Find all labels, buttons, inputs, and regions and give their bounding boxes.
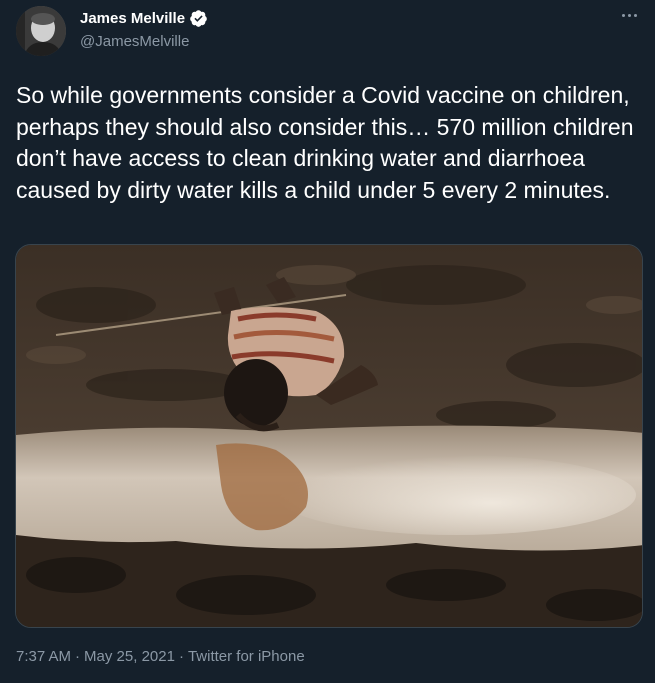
verified-badge-icon [190,10,207,27]
tweet-source[interactable]: Twitter for iPhone [188,648,305,665]
tweet-text: So while governments consider a Covid va… [16,82,634,203]
author-name-row[interactable]: James Melville [80,9,208,28]
tweet-meta: 7:37 AM · May 25, 2021 · Twitter for iPh… [16,648,305,665]
tweet-time[interactable]: 7:37 AM [16,648,71,665]
tweet-date[interactable]: May 25, 2021 [84,648,175,665]
author-handle[interactable]: @JamesMelville [80,33,189,50]
tweet: James Melville @JamesMelville So while g… [0,0,655,683]
ellipsis-icon[interactable] [617,6,641,24]
meta-separator: · [75,648,81,665]
tweet-photo[interactable] [15,244,643,628]
display-name[interactable]: James Melville [80,10,185,27]
avatar[interactable] [16,6,66,56]
meta-separator: · [178,648,184,665]
photo-image [16,245,642,627]
profile-photo-icon [16,6,66,56]
